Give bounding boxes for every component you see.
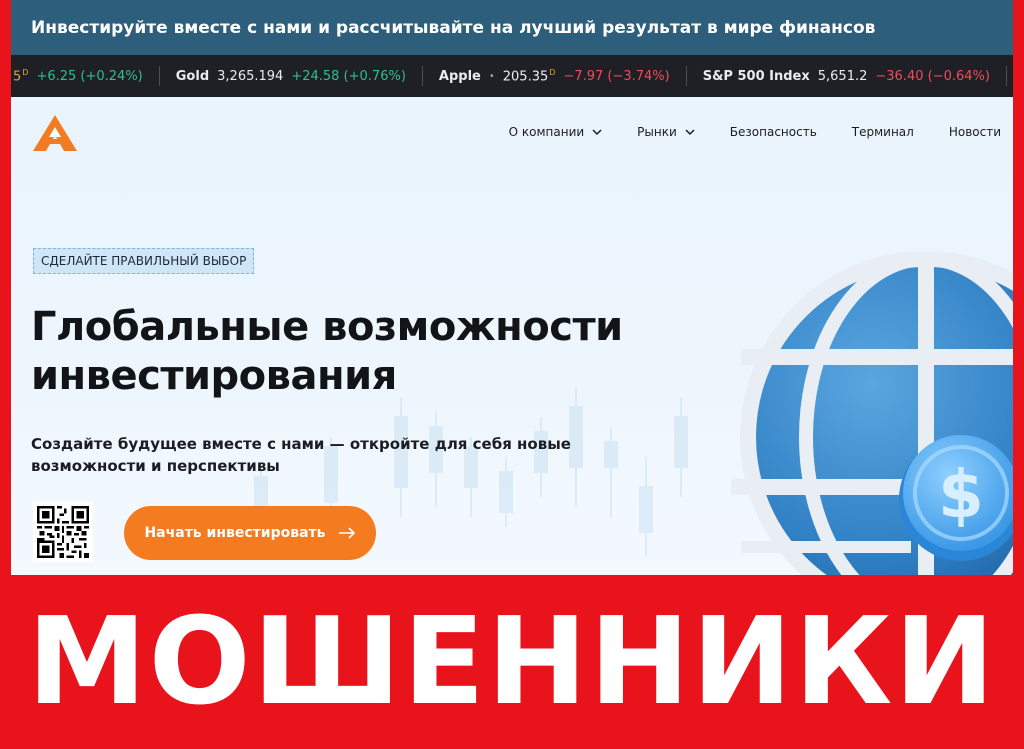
nav-item-label: Терминал (851, 125, 914, 139)
ticker-item-apple[interactable]: Apple • 205.35D −7.97 (−3.74%) (423, 66, 687, 86)
hero-badge: СДЕЛАЙТЕ ПРАВИЛЬНЫЙ ВЫБОР (33, 248, 255, 274)
hero-title-line2: инвестирования (31, 353, 397, 399)
hero-subtitle-line2: возможности и перспективы (31, 457, 280, 475)
chevron-down-icon (592, 129, 602, 136)
ticker-item-gold[interactable]: Gold 3,265.194 +24.58 (+0.76%) (160, 66, 423, 86)
hero-section: О компании Рынки Безопасность Терминал Н… (11, 97, 1013, 575)
qr-code-icon[interactable] (33, 502, 93, 562)
nav-item-label: Безопасность (729, 125, 817, 139)
ticker-name: S&P 500 Index (702, 68, 810, 84)
nav-item-terminal[interactable]: Терминал (852, 125, 914, 139)
arrow-right-icon (338, 527, 355, 539)
nav-item-markets[interactable]: Рынки (637, 125, 695, 139)
hero-subtitle: Создайте будущее вместе с нами — откройт… (31, 433, 631, 477)
globe-dollar-coin-icon: $ (731, 251, 1013, 575)
ticker-price: 3,265.194 (217, 68, 284, 84)
nav-item-label: Новости (948, 125, 1001, 139)
hero-title-line1: Глобальные возможности (31, 304, 623, 350)
ticker-item-sp500[interactable]: S&P 500 Index 5,651.2 −36.40 (−0.64%) (687, 66, 1007, 86)
svg-text:$: $ (938, 456, 984, 533)
ticker-name: Gold (175, 68, 210, 84)
nav-item-security[interactable]: Безопасность (730, 125, 817, 139)
start-investing-button[interactable]: Начать инвестировать (124, 506, 376, 560)
ticker-change: −36.40 (−0.64%) (875, 68, 990, 84)
ticker-dot: • (488, 70, 495, 82)
hero-title: Глобальные возможности инвестирования (31, 303, 671, 401)
ticker-change: +24.58 (+0.76%) (291, 68, 406, 84)
promo-banner: Инвестируйте вместе с нами и рассчитывай… (11, 0, 1013, 55)
promo-banner-text: Инвестируйте вместе с нами и рассчитывай… (31, 17, 876, 38)
website-screenshot: Инвестируйте вместе с нами и рассчитывай… (11, 0, 1013, 575)
nav-item-label: О компании (508, 125, 585, 139)
nav-item-about[interactable]: О компании (509, 125, 603, 139)
nav-menu: О компании Рынки Безопасность Терминал Н… (509, 97, 1013, 167)
hero-subtitle-line1: Создайте будущее вместе с нами — откройт… (31, 435, 571, 453)
start-investing-label: Начать инвестировать (144, 525, 326, 541)
market-ticker: 5D +6.25 (+0.24%) Gold 3,265.194 +24.58 … (11, 55, 1013, 97)
nav-item-label: Рынки (637, 125, 677, 139)
ticker-price: 205.35D (502, 67, 556, 85)
triangle-logo-icon[interactable] (31, 113, 79, 153)
scam-warning-text: МОШЕННИКИ (27, 592, 997, 732)
nav-item-news[interactable]: Новости (949, 125, 1001, 139)
ticker-price: 5D (13, 67, 29, 85)
ticker-item-eu[interactable]: EU (1007, 66, 1013, 86)
ticker-name: Apple (438, 68, 481, 84)
scam-warning-overlay: МОШЕННИКИ (0, 575, 1024, 749)
ticker-change: +6.25 (+0.24%) (36, 68, 143, 84)
main-navigation: О компании Рынки Безопасность Терминал Н… (11, 97, 1013, 167)
ticker-change: −7.97 (−3.74%) (563, 68, 670, 84)
ticker-price: 5,651.2 (817, 68, 868, 84)
ticker-item[interactable]: 5D +6.25 (+0.24%) (11, 66, 160, 86)
chevron-down-icon (685, 129, 695, 136)
